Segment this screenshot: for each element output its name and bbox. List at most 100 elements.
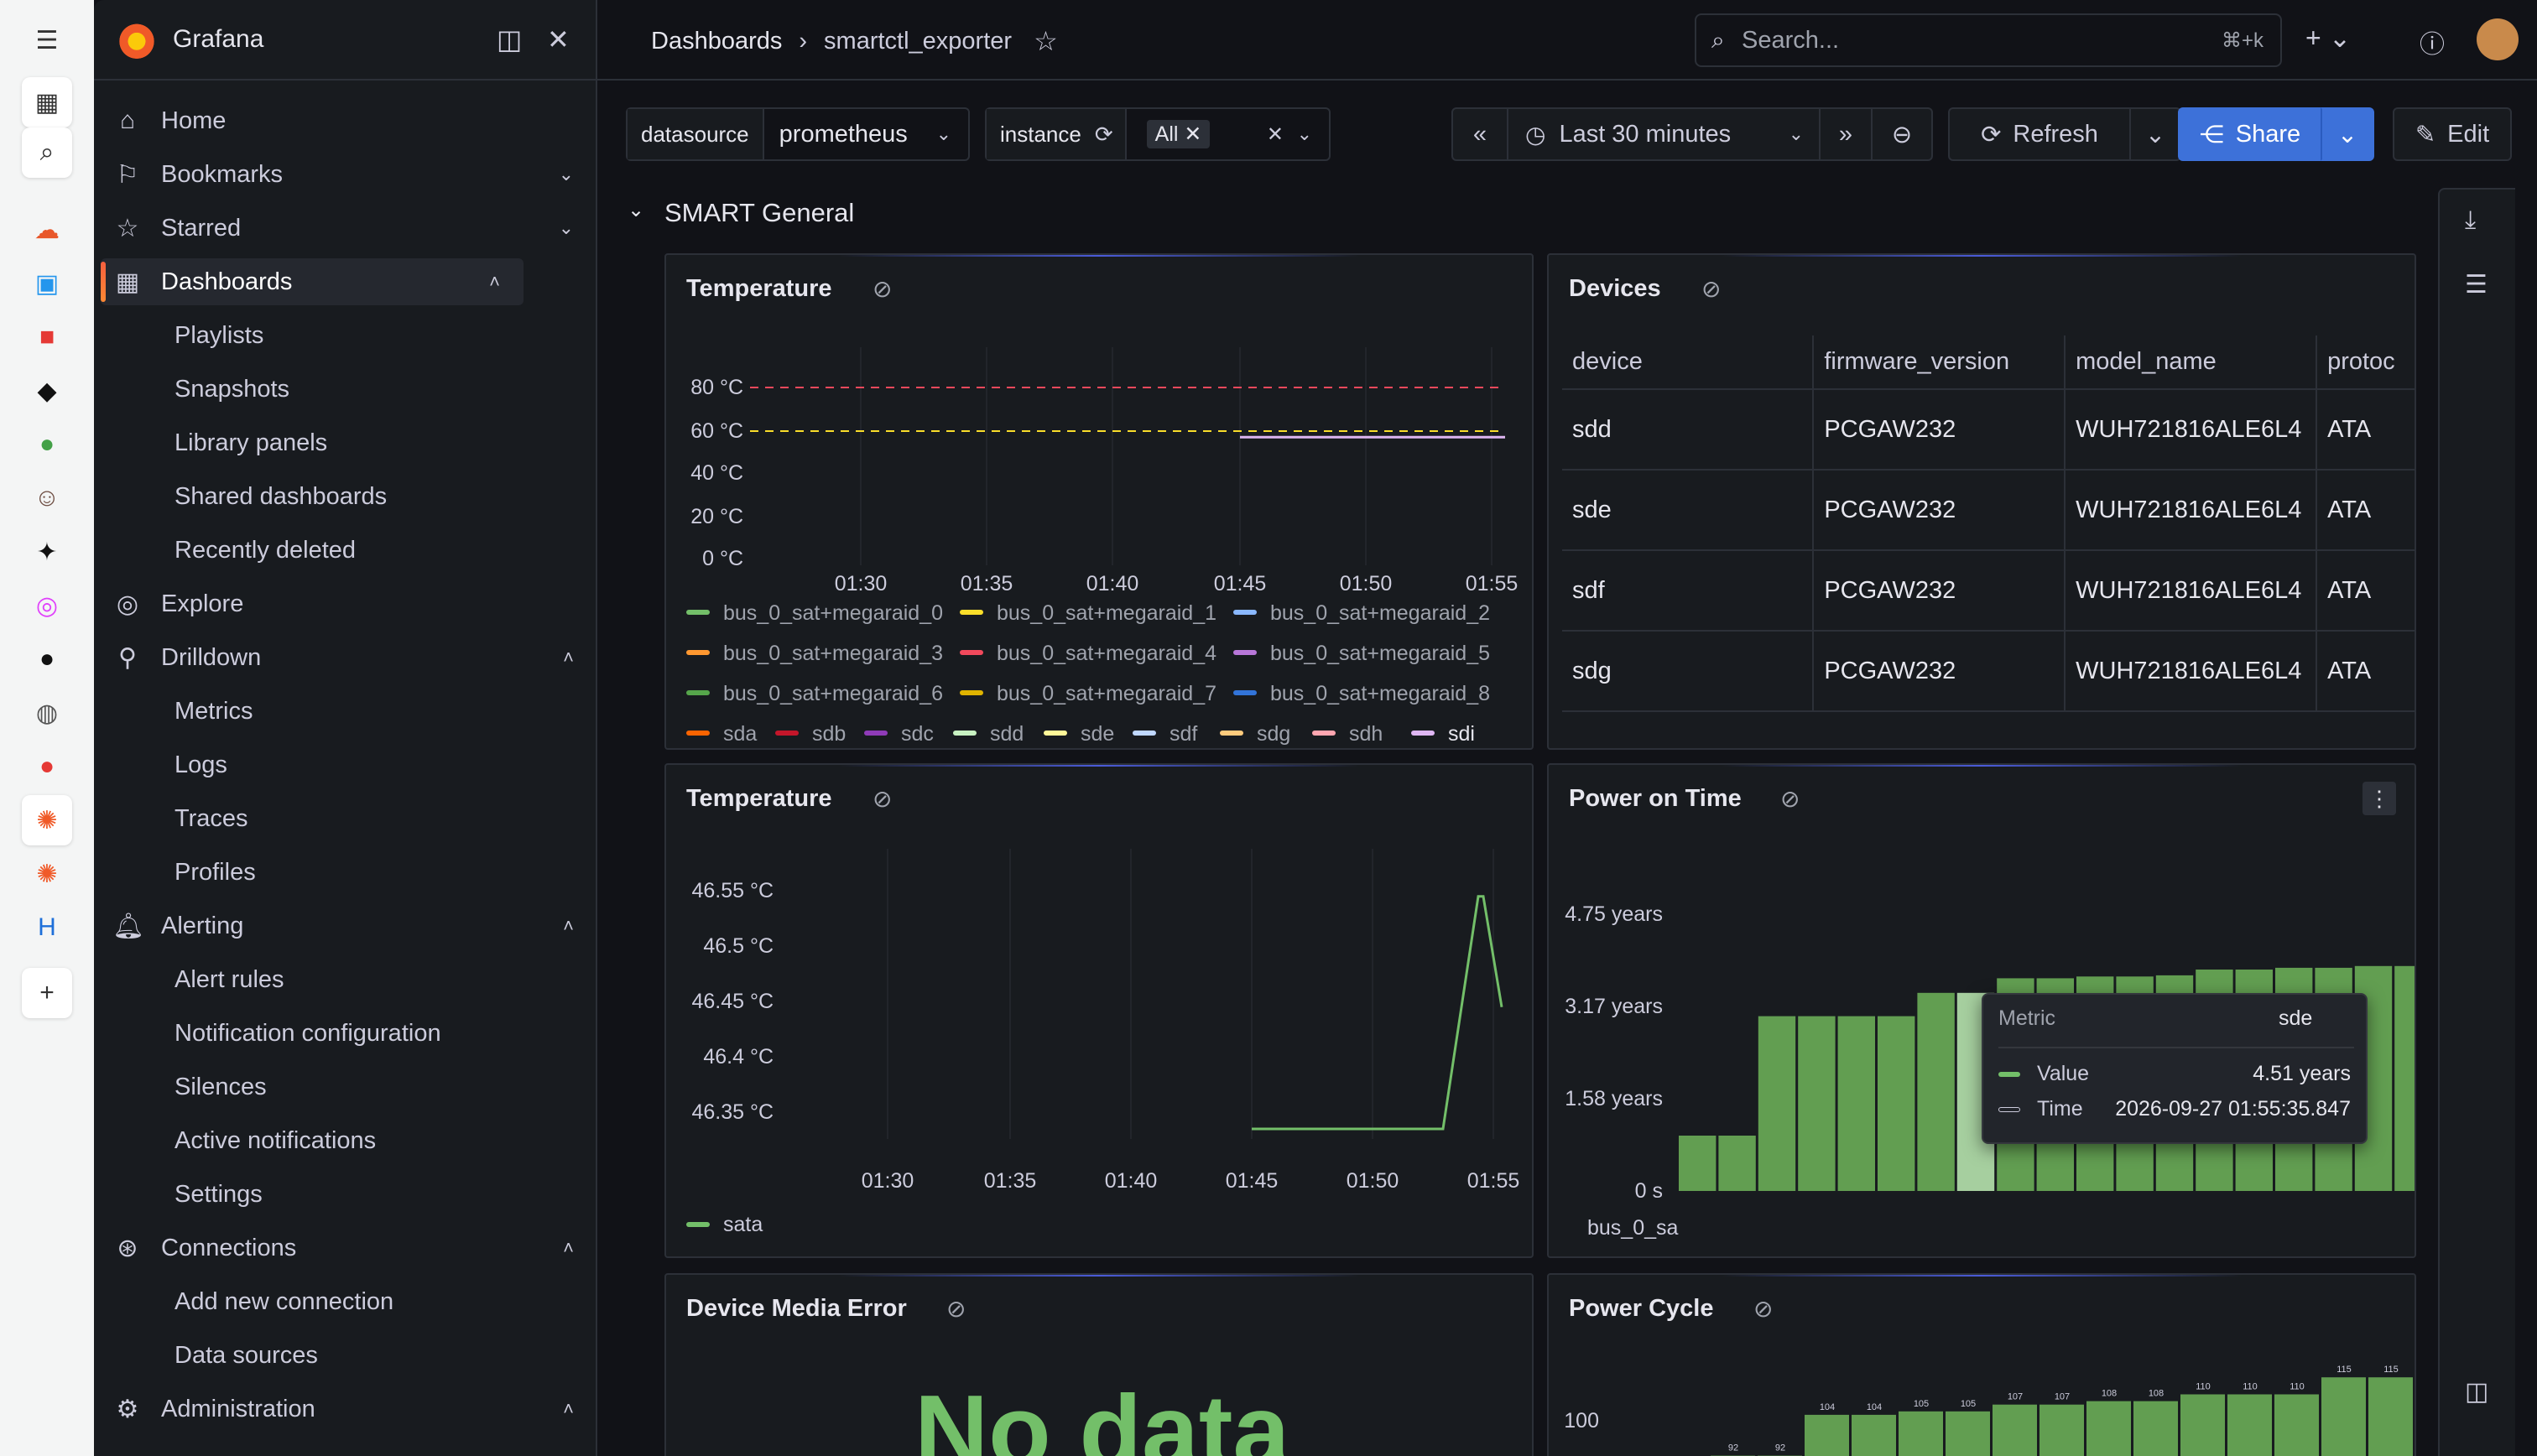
- temperature-sata-chart[interactable]: 46.55 °C 46.5 °C 46.45 °C 46.4 °C 46.35 °C 01…: [666, 765, 1534, 1258]
- truck-app-icon[interactable]: ■: [22, 312, 72, 362]
- sidebar-item-alerting[interactable]: 🔔︎ Alerting ˄: [94, 902, 597, 949]
- sidebar-item-home[interactable]: ⌂ Home: [94, 97, 597, 144]
- breadcrumb-dashboards[interactable]: Dashboards: [651, 28, 782, 55]
- sidebar-item-recently-deleted[interactable]: Recently deleted: [94, 527, 597, 574]
- time-back-button[interactable]: «: [1451, 107, 1508, 161]
- row-title[interactable]: SMART General: [664, 198, 854, 228]
- sidebar-item-notification-configuration[interactable]: Notification configuration: [94, 1010, 597, 1057]
- chevron-up-icon[interactable]: ˄: [563, 915, 574, 937]
- bar-data-label: 107: [2008, 1392, 2023, 1402]
- add-app-icon[interactable]: +: [22, 968, 72, 1018]
- gear-icon: ⚙: [116, 1395, 139, 1423]
- h-app-icon[interactable]: H: [22, 902, 72, 953]
- sidebar-item-connections[interactable]: ⊛ Connections ˄: [94, 1225, 597, 1271]
- chevron-up-icon[interactable]: ˄: [489, 271, 500, 293]
- search-input[interactable]: ⌕ Search... ⌘+k: [1695, 13, 2282, 67]
- sidebar-item-playlists[interactable]: Playlists: [94, 312, 597, 359]
- cloud-app-icon[interactable]: ☁: [22, 205, 72, 255]
- github-icon[interactable]: ●: [22, 634, 72, 684]
- table-cell: sdd: [1562, 389, 1815, 471]
- bar: [2227, 1394, 2272, 1456]
- red-app-icon[interactable]: ●: [22, 741, 72, 792]
- sidebar-item-logs[interactable]: Logs: [94, 741, 597, 788]
- chevron-down-icon[interactable]: ⌄: [559, 164, 574, 185]
- clear-icon[interactable]: ✕: [1267, 122, 1284, 147]
- zoom-out-button[interactable]: ⊖: [1871, 107, 1933, 161]
- docker-icon[interactable]: ▣: [22, 258, 72, 309]
- share-button[interactable]: ⋲ Share: [2178, 107, 2322, 161]
- sidebar-item-dashboards[interactable]: ▦ Dashboards ˄: [101, 258, 524, 305]
- star-icon[interactable]: ☆: [1034, 25, 1058, 57]
- chevron-up-icon[interactable]: ˄: [563, 647, 574, 668]
- instance-variable[interactable]: instance ⟳ All ✕ ✕ ⌄: [985, 107, 1331, 161]
- avatar[interactable]: [2477, 18, 2519, 60]
- sidebar-item-explore[interactable]: ◎ Explore: [94, 580, 597, 627]
- sidebar-item-administration[interactable]: ⚙ Administration ˄: [94, 1386, 597, 1433]
- sidebar-item-active-notifications[interactable]: Active notifications: [94, 1117, 597, 1164]
- sidebar-item-add-new-connection[interactable]: Add new connection: [94, 1278, 597, 1325]
- bar-data-label: 105: [1914, 1399, 1929, 1409]
- instance-value: All: [1154, 122, 1179, 146]
- column-header[interactable]: protoc: [2316, 335, 2415, 390]
- grafana-app-icon[interactable]: ✺: [22, 795, 72, 845]
- sidebar-item-starred[interactable]: ☆ Starred ⌄: [94, 205, 597, 252]
- refresh-button[interactable]: ⟳ Refresh: [1948, 107, 2131, 161]
- outline-icon[interactable]: ☰: [2465, 270, 2488, 299]
- table-cell: WUH721816ALE6L4: [2065, 470, 2318, 551]
- power-cycle-chart[interactable]: 100 92 92 104 104 105 105 107 107 108 108 110 110 110…: [1549, 1275, 2416, 1456]
- search-apps-icon[interactable]: ⌕: [22, 127, 72, 178]
- datasource-variable[interactable]: datasource prometheus ⌄: [626, 107, 970, 161]
- cube-app-icon[interactable]: ◆: [22, 366, 72, 416]
- chevron-up-icon[interactable]: ˄: [563, 1398, 574, 1420]
- refresh-interval-dropdown[interactable]: ⌄: [2129, 107, 2181, 161]
- sidebar-item-label: Starred: [161, 214, 242, 242]
- sidebar-item-bookmarks[interactable]: ⚐ Bookmarks ⌄: [94, 151, 597, 198]
- dock-menu-icon[interactable]: ◫: [497, 23, 522, 55]
- bookmark-icon: ⚐: [116, 160, 139, 189]
- sidebar-item-metrics[interactable]: Metrics: [94, 688, 597, 735]
- row-collapse-icon[interactable]: ⌄: [628, 198, 644, 222]
- time-range: Last 30 minutes: [1559, 120, 1732, 148]
- edit-button[interactable]: ✎ Edit: [2393, 107, 2512, 161]
- green-app-icon[interactable]: ●: [22, 419, 72, 470]
- sidebar-item-snapshots[interactable]: Snapshots: [94, 366, 597, 413]
- column-header[interactable]: device: [1562, 335, 1815, 390]
- refresh-variable-icon[interactable]: ⟳: [1094, 109, 1127, 159]
- sidebar-item-library-panels[interactable]: Library panels: [94, 419, 597, 466]
- download-icon[interactable]: ⤓: [2465, 206, 2476, 235]
- sidebar-item-shared-dashboards[interactable]: Shared dashboards: [94, 473, 597, 520]
- apps-grid-icon[interactable]: ▦: [22, 77, 72, 127]
- device-media-error-panel: Device Media Error ⊘ No data: [664, 1273, 1534, 1456]
- grafana-alt-app-icon[interactable]: ✺: [22, 849, 72, 899]
- temperature-chart[interactable]: 80 °C 60 °C 40 °C 20 °C 0 °C 01:30 01:35 01:40 0…: [666, 255, 1534, 750]
- sidebar-item-label: Traces: [175, 804, 248, 832]
- chevron-down-icon[interactable]: ⌄: [559, 217, 574, 239]
- sidebar-item-silences[interactable]: Silences: [94, 1063, 597, 1110]
- sidebar-item-drilldown[interactable]: ⚲ Drilldown ˄: [94, 634, 597, 681]
- column-header[interactable]: model_name: [2065, 335, 2318, 390]
- new-plus-icon[interactable]: + ⌄: [2305, 22, 2351, 54]
- bar: [1917, 992, 1955, 1191]
- time-picker[interactable]: ◷ Last 30 minutes ⌄: [1507, 107, 1821, 161]
- chevron-up-icon[interactable]: ˄: [563, 1237, 574, 1259]
- sidebar-item-profiles[interactable]: Profiles: [94, 849, 597, 896]
- value-swatch: [1998, 1072, 2020, 1077]
- sidebar-item-data-sources[interactable]: Data sources: [94, 1332, 597, 1379]
- time-forward-button[interactable]: »: [1819, 107, 1873, 161]
- sidebar-item-traces[interactable]: Traces: [94, 795, 597, 842]
- bar: [2180, 1394, 2225, 1456]
- close-menu-icon[interactable]: ✕: [547, 23, 570, 55]
- color-app-icon[interactable]: ◎: [22, 580, 72, 631]
- column-header[interactable]: firmware_version: [1813, 335, 2066, 390]
- sidebar-item-alert-rules[interactable]: Alert rules: [94, 956, 597, 1003]
- avatar-app-icon[interactable]: ☺: [22, 473, 72, 523]
- sidebar-item-settings[interactable]: Settings: [94, 1171, 597, 1218]
- table-cell: sdf: [1562, 550, 1815, 632]
- menu-toggle-icon[interactable]: ☰: [22, 15, 72, 65]
- share-dropdown[interactable]: ⌄: [2321, 107, 2374, 161]
- legend-label: bus_0_sat+megaraid_7: [997, 682, 1216, 705]
- help-icon[interactable]: ⓘ: [2420, 23, 2445, 60]
- knot-app-icon[interactable]: ✦: [22, 527, 72, 577]
- globe-icon[interactable]: ◍: [22, 688, 72, 738]
- panel-toggle-icon[interactable]: ◫: [2465, 1377, 2488, 1407]
